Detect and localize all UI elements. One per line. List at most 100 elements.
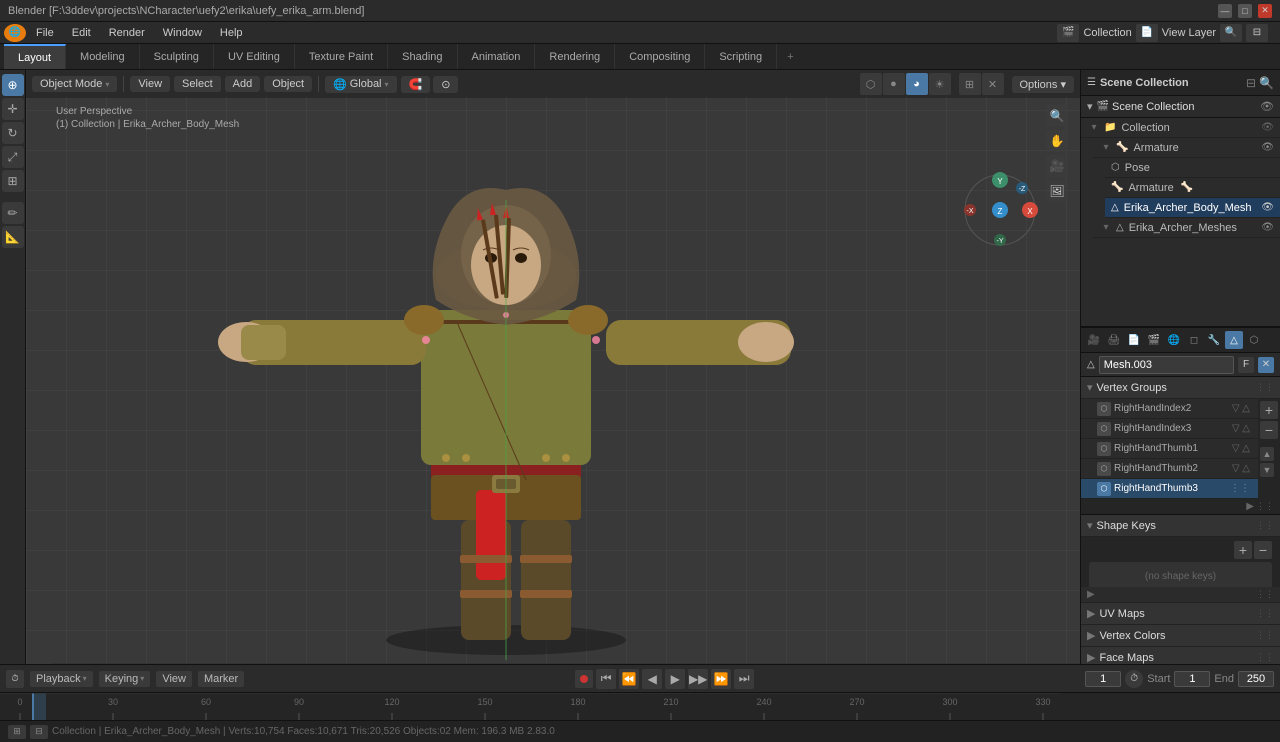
sk-add-btn[interactable]: +	[1234, 541, 1252, 559]
play-btn[interactable]: ▶	[665, 669, 685, 689]
tab-animation[interactable]: Animation	[458, 44, 536, 69]
fake-user-btn[interactable]: F	[1238, 357, 1254, 373]
material-btn[interactable]: ◕	[906, 73, 928, 95]
scene-props-icon[interactable]: 🎬	[1145, 331, 1163, 349]
move-tool[interactable]: ✛	[2, 98, 24, 120]
camera-view-icon[interactable]: 🎥	[1046, 155, 1068, 177]
vg-item-3[interactable]: ⬡ RightHandThumb2 ▽ △	[1081, 459, 1258, 479]
blender-logo[interactable]: 🌐	[4, 24, 26, 42]
tab-scripting[interactable]: Scripting	[705, 44, 777, 69]
maximize-button[interactable]: □	[1238, 4, 1252, 18]
object-props-icon[interactable]: ◻	[1185, 331, 1203, 349]
scene-icon[interactable]: 🎬	[1057, 24, 1079, 42]
search-icon[interactable]: 🔍	[1220, 24, 1242, 42]
jump-start-btn[interactable]: ⏮	[596, 669, 616, 689]
tab-texture-paint[interactable]: Texture Paint	[295, 44, 388, 69]
close-button[interactable]: ✕	[1258, 4, 1272, 18]
transform-orientation[interactable]: 🌐 Global ▾	[325, 76, 397, 93]
jump-end-btn[interactable]: ⏭	[734, 669, 754, 689]
minimize-button[interactable]: —	[1218, 4, 1232, 18]
viewport[interactable]: Object Mode ▾ View Select Add Object 🌐 G…	[26, 70, 1080, 664]
tab-rendering[interactable]: Rendering	[535, 44, 615, 69]
prev-frame-btn[interactable]: ◀	[642, 669, 662, 689]
frame-icon[interactable]: ⏱	[1125, 670, 1143, 688]
start-frame-input[interactable]	[1174, 671, 1210, 687]
menu-edit[interactable]: Edit	[64, 25, 99, 41]
face-maps-header[interactable]: ▶ Face Maps ⋮⋮	[1081, 647, 1280, 664]
record-btn[interactable]	[575, 670, 593, 688]
tab-sculpting[interactable]: Sculpting	[140, 44, 214, 69]
outliner-item-body-mesh[interactable]: △ Erika_Archer_Body_Mesh 👁	[1105, 198, 1280, 218]
wireframe-btn[interactable]: ⬡	[860, 73, 882, 95]
scene-collection-row[interactable]: ▾ 🎬 Scene Collection 👁	[1081, 96, 1280, 118]
mesh-name-input[interactable]	[1099, 356, 1234, 374]
add-workspace-button[interactable]: +	[777, 44, 803, 69]
vertex-groups-header[interactable]: ▾ Vertex Groups ⋮⋮	[1081, 377, 1280, 399]
object-mode-dropdown[interactable]: Object Mode ▾	[32, 76, 117, 92]
view-layer-icon[interactable]: 📄	[1136, 24, 1158, 42]
timeline-icon[interactable]: ⏱	[6, 670, 24, 688]
menu-window[interactable]: Window	[155, 25, 210, 41]
tab-shading[interactable]: Shading	[388, 44, 457, 69]
shape-keys-header[interactable]: ▾ Shape Keys ⋮⋮	[1081, 515, 1280, 537]
vg-item-0[interactable]: ⬡ RightHandIndex2 ▽ △	[1081, 399, 1258, 419]
outliner-item-armature2[interactable]: 🦴 Armature 🦴	[1105, 178, 1280, 198]
timeline-ruler[interactable]: 0 30 60 90 120 150 180	[0, 693, 1280, 720]
pan-icon[interactable]: ✋	[1046, 130, 1068, 152]
tab-uv-editing[interactable]: UV Editing	[214, 44, 295, 69]
outliner-item-armature[interactable]: ▾ 🦴 Armature 👁	[1093, 138, 1280, 158]
vertex-colors-header[interactable]: ▶ Vertex Colors ⋮⋮	[1081, 625, 1280, 647]
next-keyframe-btn[interactable]: ⏩	[711, 669, 731, 689]
render-props-icon[interactable]: 🎥	[1085, 331, 1103, 349]
sk-remove-btn[interactable]: −	[1254, 541, 1272, 559]
proportional-edit[interactable]: ⊙	[433, 76, 458, 93]
vg-move-up-btn[interactable]: ▲	[1260, 447, 1274, 461]
status-icon-left[interactable]: ⊞	[8, 725, 26, 739]
object-menu-btn[interactable]: Object	[264, 76, 312, 92]
eye-icon[interactable]: 👁	[1261, 202, 1274, 213]
tab-compositing[interactable]: Compositing	[615, 44, 705, 69]
status-icon-left2[interactable]: ⊟	[30, 725, 48, 739]
solid-btn[interactable]: ●	[883, 73, 905, 95]
vg-add-btn[interactable]: +	[1260, 401, 1278, 419]
image-icon[interactable]: 🖼	[1046, 180, 1068, 202]
outliner-item-meshes[interactable]: ▾ △ Erika_Archer_Meshes 👁	[1093, 218, 1280, 238]
transform-tool[interactable]: ⊞	[2, 170, 24, 192]
unlink-btn[interactable]: ✕	[1258, 357, 1274, 373]
view-menu-btn[interactable]: View	[130, 76, 170, 92]
scale-tool[interactable]: ⤢	[2, 146, 24, 168]
eye-icon[interactable]: 👁	[1261, 222, 1274, 233]
output-props-icon[interactable]: 🖨	[1105, 331, 1123, 349]
next-frame-btn[interactable]: ▶▶	[688, 669, 708, 689]
zoom-icon[interactable]: 🔍	[1046, 105, 1068, 127]
add-menu-btn[interactable]: Add	[225, 76, 261, 92]
outliner-search-icon[interactable]: 🔍	[1259, 76, 1274, 90]
view-menu[interactable]: View	[156, 671, 192, 687]
modifier-props-icon[interactable]: 🔧	[1205, 331, 1223, 349]
menu-help[interactable]: Help	[212, 25, 251, 41]
current-frame-input[interactable]	[1085, 671, 1121, 687]
prev-keyframe-btn[interactable]: ⏪	[619, 669, 639, 689]
eye-icon[interactable]: 👁	[1261, 122, 1274, 133]
vg-remove-btn[interactable]: −	[1260, 421, 1278, 439]
measure-tool[interactable]: 📐	[2, 226, 24, 248]
outliner-filter-icon[interactable]: ⊟	[1246, 76, 1256, 90]
view-layer-props-icon[interactable]: 📄	[1125, 331, 1143, 349]
tab-modeling[interactable]: Modeling	[66, 44, 140, 69]
world-props-icon[interactable]: 🌐	[1165, 331, 1183, 349]
xray-btn[interactable]: ✕	[982, 73, 1004, 95]
rotate-tool[interactable]: ↻	[2, 122, 24, 144]
navigation-gizmo[interactable]: Y X Z -Y -X -Z	[960, 170, 1040, 250]
vg-item-2[interactable]: ⬡ RightHandThumb1 ▽ △	[1081, 439, 1258, 459]
vg-move-down-btn[interactable]: ▼	[1260, 463, 1274, 477]
overlay-btn[interactable]: ⊞	[959, 73, 981, 95]
outliner-item-pose[interactable]: ⬡ Pose	[1105, 158, 1280, 178]
vg-expand-left[interactable]: ▶	[1246, 501, 1254, 512]
cursor-tool[interactable]: ⊕	[2, 74, 24, 96]
menu-render[interactable]: Render	[101, 25, 153, 41]
tab-layout[interactable]: Layout	[4, 44, 66, 69]
marker-menu[interactable]: Marker	[198, 671, 244, 687]
sk-expand-icon[interactable]: ▶	[1087, 589, 1095, 600]
mesh-props-icon[interactable]: △	[1225, 331, 1243, 349]
eye-icon[interactable]: 👁	[1261, 142, 1274, 153]
